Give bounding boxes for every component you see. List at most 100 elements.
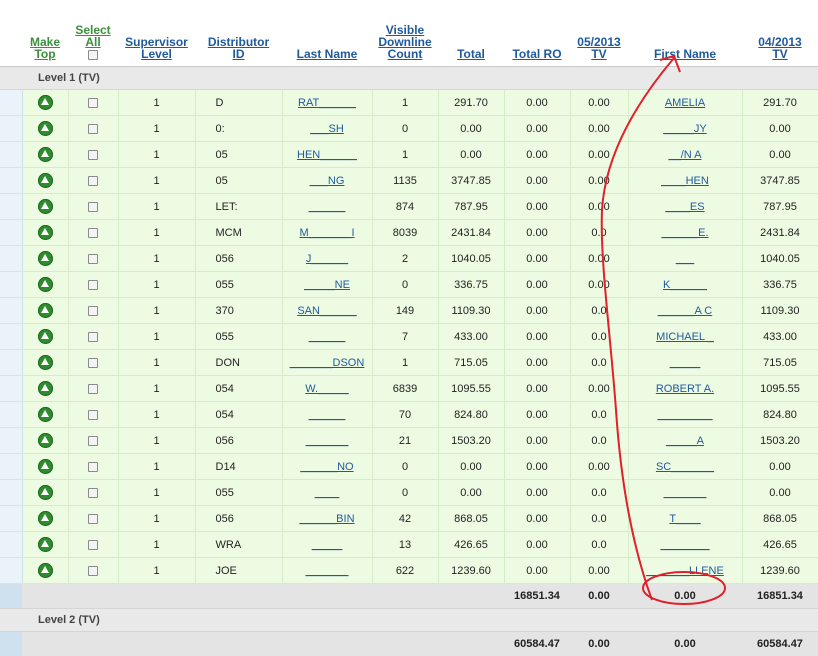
last-name-link[interactable]: HEN______ <box>297 149 357 161</box>
last-name-link[interactable]: SAN______ <box>297 305 356 317</box>
make-top-icon[interactable] <box>38 563 53 578</box>
last-name-link[interactable]: W._____ <box>305 383 348 395</box>
first-name-header[interactable]: First Name <box>628 0 742 67</box>
make-top-icon[interactable] <box>38 485 53 500</box>
select-all-checkbox[interactable] <box>88 50 98 60</box>
row-checkbox[interactable] <box>88 410 98 420</box>
total-ro-header[interactable]: Total RO <box>504 0 570 67</box>
make-top-cell[interactable] <box>22 246 68 272</box>
make-top-icon[interactable] <box>38 199 53 214</box>
first-name-link[interactable]: _______ <box>664 487 707 499</box>
first-name-link[interactable]: ____HEN <box>661 175 709 187</box>
row-checkbox[interactable] <box>88 384 98 394</box>
last-name-link[interactable]: ___SH <box>310 123 344 135</box>
first-name-link[interactable]: ___ <box>676 253 694 265</box>
last-name-cell[interactable]: J______ <box>282 246 372 272</box>
first-name-cell[interactable]: ___ <box>628 246 742 272</box>
make-top-cell[interactable] <box>22 194 68 220</box>
first-name-link[interactable]: AMELIA <box>665 97 705 109</box>
make-top-icon[interactable] <box>38 459 53 474</box>
first-name-link[interactable]: SC_______ <box>656 461 714 473</box>
distributor-id-header[interactable]: DistributorID <box>195 0 282 67</box>
last-name-link[interactable]: ______ <box>309 201 346 213</box>
row-checkbox[interactable] <box>88 540 98 550</box>
first-name-link[interactable]: _______LLENE <box>646 565 724 577</box>
make-top-cell[interactable] <box>22 532 68 558</box>
make-top-icon[interactable] <box>38 121 53 136</box>
first-name-cell[interactable]: ____HEN <box>628 168 742 194</box>
make-top-cell[interactable] <box>22 168 68 194</box>
select-cell[interactable] <box>68 116 118 142</box>
last-name-link[interactable]: _______ <box>306 565 349 577</box>
make-top-icon[interactable] <box>38 147 53 162</box>
last-name-link[interactable]: _______DSON <box>290 357 365 369</box>
select-cell[interactable] <box>68 532 118 558</box>
row-checkbox[interactable] <box>88 124 98 134</box>
last-name-cell[interactable]: W._____ <box>282 376 372 402</box>
select-cell[interactable] <box>68 428 118 454</box>
row-checkbox[interactable] <box>88 202 98 212</box>
make-top-cell[interactable] <box>22 376 68 402</box>
last-name-link[interactable]: RAT______ <box>298 97 356 109</box>
make-top-icon[interactable] <box>38 511 53 526</box>
first-name-link[interactable]: MICHAEL _ <box>656 331 714 343</box>
row-checkbox[interactable] <box>88 358 98 368</box>
row-checkbox[interactable] <box>88 514 98 524</box>
select-all-header[interactable]: SelectAll <box>68 0 118 67</box>
make-top-cell[interactable] <box>22 90 68 116</box>
first-name-cell[interactable]: ______A C <box>628 298 742 324</box>
last-name-cell[interactable]: _______ <box>282 428 372 454</box>
row-checkbox[interactable] <box>88 254 98 264</box>
make-top-cell[interactable] <box>22 480 68 506</box>
make-top-icon[interactable] <box>38 537 53 552</box>
select-cell[interactable] <box>68 480 118 506</box>
make-top-cell[interactable] <box>22 402 68 428</box>
last-name-link[interactable]: ______ <box>309 409 346 421</box>
make-top-cell[interactable] <box>22 506 68 532</box>
last-name-cell[interactable]: ___NG <box>282 168 372 194</box>
first-name-cell[interactable]: _____A <box>628 428 742 454</box>
last-name-link[interactable]: J______ <box>306 253 348 265</box>
first-name-cell[interactable]: ____ES <box>628 194 742 220</box>
select-cell[interactable] <box>68 324 118 350</box>
last-name-cell[interactable]: _____NE <box>282 272 372 298</box>
last-name-cell[interactable]: RAT______ <box>282 90 372 116</box>
last-name-link[interactable]: ______NO <box>300 461 353 473</box>
row-checkbox[interactable] <box>88 98 98 108</box>
select-cell[interactable] <box>68 350 118 376</box>
make-top-cell[interactable] <box>22 298 68 324</box>
make-top-cell[interactable] <box>22 454 68 480</box>
tv-0413-header[interactable]: 04/2013TV <box>742 0 818 67</box>
last-name-link[interactable]: ______ <box>309 331 346 343</box>
make-top-cell[interactable] <box>22 142 68 168</box>
visible-downline-count-header[interactable]: VisibleDownlineCount <box>372 0 438 67</box>
last-name-cell[interactable]: ______BIN <box>282 506 372 532</box>
row-checkbox[interactable] <box>88 306 98 316</box>
make-top-cell[interactable] <box>22 116 68 142</box>
first-name-link[interactable]: _____ <box>670 357 701 369</box>
last-name-link[interactable]: ____ <box>315 487 339 499</box>
tv-0513-header[interactable]: 05/2013TV <box>570 0 628 67</box>
first-name-link[interactable]: _____A <box>666 435 704 447</box>
first-name-cell[interactable]: T____ <box>628 506 742 532</box>
select-cell[interactable] <box>68 506 118 532</box>
select-cell[interactable] <box>68 454 118 480</box>
make-top-icon[interactable] <box>38 95 53 110</box>
first-name-cell[interactable]: ______E. <box>628 220 742 246</box>
first-name-link[interactable]: __/N A <box>668 149 701 161</box>
first-name-link[interactable]: ________ <box>661 539 710 551</box>
make-top-header[interactable]: MakeTop <box>22 0 68 67</box>
last-name-cell[interactable]: _____ <box>282 532 372 558</box>
first-name-cell[interactable]: _________ <box>628 402 742 428</box>
make-top-cell[interactable] <box>22 220 68 246</box>
first-name-link[interactable]: ROBERT A. <box>656 383 714 395</box>
make-top-cell[interactable] <box>22 350 68 376</box>
make-top-icon[interactable] <box>38 355 53 370</box>
first-name-cell[interactable]: K______ <box>628 272 742 298</box>
make-top-icon[interactable] <box>38 433 53 448</box>
make-top-cell[interactable] <box>22 324 68 350</box>
row-checkbox[interactable] <box>88 228 98 238</box>
make-top-icon[interactable] <box>38 303 53 318</box>
last-name-cell[interactable]: ___SH <box>282 116 372 142</box>
last-name-cell[interactable]: ______ <box>282 324 372 350</box>
